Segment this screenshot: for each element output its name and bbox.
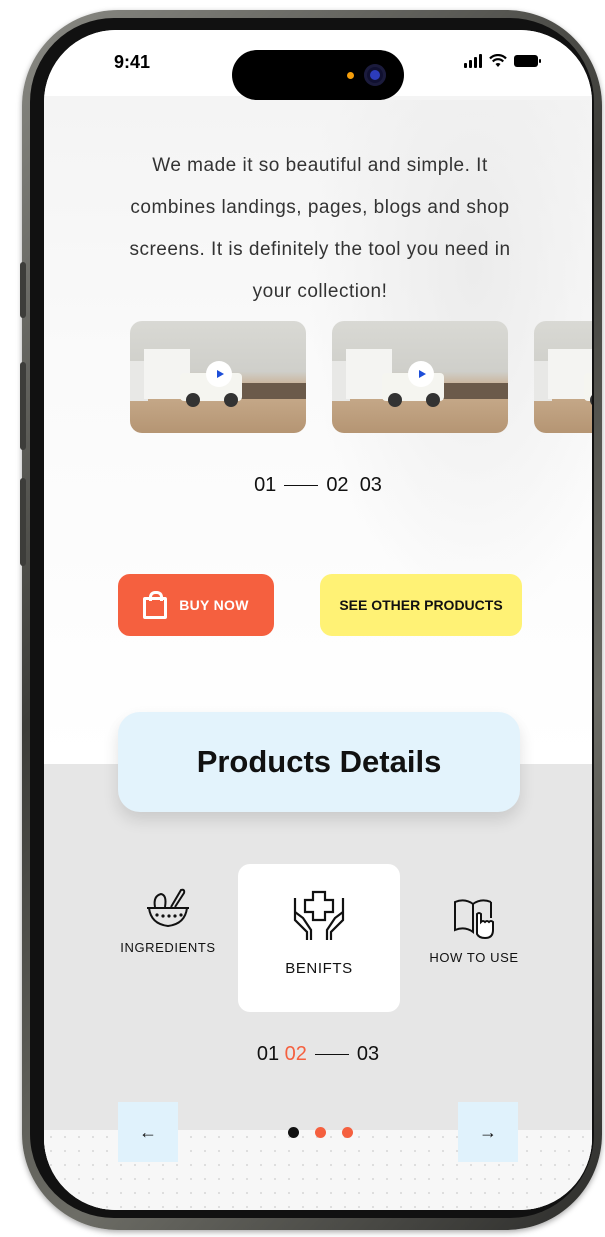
pager-current: 02 (284, 1043, 307, 1065)
slide-dot-active[interactable] (288, 1127, 299, 1138)
carousel-pager: 01 02 03 (44, 474, 592, 497)
battery-icon (514, 55, 541, 67)
video-thumbnail[interactable] (332, 321, 508, 433)
buy-now-button[interactable]: BUY NOW (118, 574, 274, 636)
screen: 9:41 We made it so beautiful and simple.… (44, 30, 592, 1210)
slide-dot[interactable] (315, 1127, 326, 1138)
tab-benifts-label: BENIFTS (285, 960, 353, 977)
tab-how-to-use-label: HOW TO USE (429, 950, 519, 965)
pager-current: 01 (254, 474, 277, 496)
privacy-indicator-dot (347, 72, 354, 79)
details-title: Products Details (196, 744, 442, 779)
play-icon[interactable] (206, 361, 232, 387)
phone-side-button (20, 262, 26, 318)
signal-icon (464, 54, 482, 68)
details-title-card: Products Details (118, 712, 520, 812)
pager-progress-line (284, 485, 319, 487)
shopping-bag-icon (143, 590, 168, 619)
slide-dot[interactable] (342, 1127, 353, 1138)
details-pager: 01 02 03 (44, 1043, 592, 1066)
previous-button[interactable]: ← (118, 1102, 178, 1162)
status-icons (464, 54, 541, 68)
hands-medical-cross-icon (293, 890, 345, 940)
arrow-left-icon: ← (139, 1121, 157, 1142)
tab-how-to-use[interactable]: HOW TO USE (414, 894, 534, 965)
slide-dots (288, 1127, 353, 1138)
mortar-bowl-icon (147, 888, 189, 928)
pager-next[interactable]: 02 (326, 474, 348, 496)
video-thumbnail[interactable] (130, 321, 306, 433)
arrow-right-icon: → (479, 1121, 497, 1142)
front-camera (364, 64, 386, 86)
pager-last[interactable]: 03 (357, 1043, 379, 1065)
tab-ingredients[interactable]: INGREDIENTS (108, 886, 228, 955)
next-button[interactable]: → (458, 1102, 518, 1162)
see-other-products-button[interactable]: SEE OTHER PRODUCTS (320, 574, 522, 636)
status-bar: 9:41 (44, 30, 592, 100)
pager-last[interactable]: 03 (360, 474, 382, 496)
phone-volume-down-button (20, 478, 26, 566)
pager-progress-line (314, 1054, 349, 1056)
phone-volume-up-button (20, 362, 26, 450)
book-hand-icon (454, 899, 494, 940)
wifi-icon (489, 54, 507, 67)
tab-ingredients-label: INGREDIENTS (120, 940, 216, 955)
play-icon[interactable] (408, 361, 434, 387)
status-time: 9:41 (114, 52, 151, 72)
pager-first[interactable]: 01 (257, 1043, 279, 1065)
hero-description: We made it so beautiful and simple. It c… (129, 155, 511, 302)
tab-benifts[interactable]: BENIFTS (238, 888, 400, 977)
video-thumbnail[interactable] (534, 321, 592, 433)
dynamic-island (232, 50, 404, 100)
see-other-products-label: SEE OTHER PRODUCTS (339, 597, 503, 613)
buy-now-label: BUY NOW (179, 597, 249, 613)
video-carousel[interactable] (130, 321, 592, 435)
